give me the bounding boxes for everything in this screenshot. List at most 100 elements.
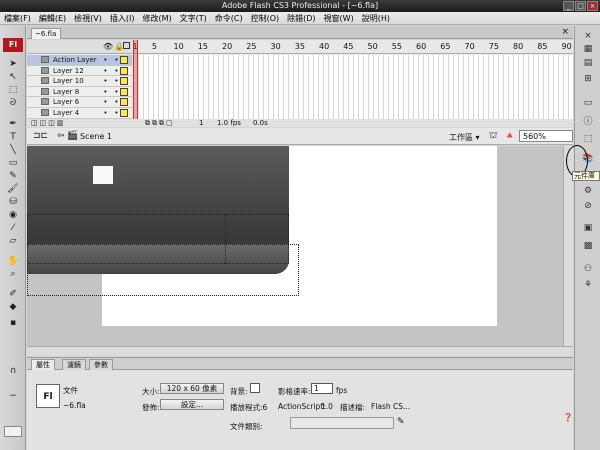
swap-colors-icon[interactable]: ▪ (7, 318, 19, 329)
output-panel-icon[interactable]: ⚇ (582, 264, 594, 275)
outline-icon[interactable] (123, 42, 130, 49)
stroke-color-icon[interactable]: ✐ (7, 289, 19, 300)
behaviors-panel-icon[interactable]: ▣ (582, 223, 594, 234)
text-tool-icon[interactable]: T (7, 132, 19, 143)
help-icon[interactable]: ❓ (563, 413, 573, 422)
scene-name[interactable]: Scene 1 (80, 132, 112, 141)
visibility-dot[interactable]: • (102, 66, 109, 76)
close-dock-icon[interactable]: × (582, 31, 594, 42)
swatches-panel-icon[interactable]: ▤ (582, 58, 594, 69)
eye-icon[interactable]: 👁 (103, 42, 113, 51)
menu-text[interactable]: 文字(T) (176, 13, 211, 24)
actions-panel-icon[interactable]: ⊘ (582, 201, 594, 212)
layer-row[interactable]: Layer 4 • • (27, 108, 132, 119)
free-transform-tool-icon[interactable]: ⬚ (7, 85, 19, 96)
maximize-button[interactable]: □ (575, 1, 586, 11)
frame-grid[interactable] (139, 55, 573, 119)
background-color-swatch[interactable] (250, 383, 260, 393)
publish-settings-button[interactable]: 設定... (160, 399, 224, 410)
lasso-tool-icon[interactable]: ᘐ (7, 98, 19, 109)
layer-color-box[interactable] (120, 98, 128, 107)
document-tab[interactable]: ~6.fla (31, 28, 61, 39)
hand-tool-icon[interactable]: ✋ (7, 256, 19, 267)
menu-control[interactable]: 控制(O) (247, 13, 284, 24)
line-tool-icon[interactable]: ╲ (7, 145, 19, 156)
movie-explorer-icon[interactable]: ▩ (582, 241, 594, 252)
lock-dot[interactable]: • (113, 108, 120, 118)
lock-dot[interactable]: • (113, 87, 120, 97)
transform-panel-icon[interactable]: ▭ (582, 98, 594, 109)
subselection-tool-icon[interactable]: ↖ (7, 72, 19, 83)
menu-debug[interactable]: 除錯(D) (283, 13, 319, 24)
menu-view[interactable]: 檢視(V) (70, 13, 106, 24)
lock-dot[interactable]: • (113, 66, 120, 76)
edit-symbol-icon[interactable]: 🔺 (504, 131, 515, 141)
layer-color-box[interactable] (120, 66, 128, 75)
menu-insert[interactable]: 插入(I) (106, 13, 139, 24)
fill-color-icon[interactable]: ◆ (7, 302, 19, 313)
close-document-icon[interactable]: × (561, 27, 569, 37)
highlight-square[interactable] (93, 166, 113, 184)
menu-commands[interactable]: 命令(C) (211, 13, 247, 24)
workspace-menu[interactable]: 工作區 ▾ (449, 132, 480, 143)
stage-area[interactable] (27, 146, 573, 356)
components-panel-icon[interactable]: ⚙ (582, 186, 594, 197)
onion-skin-icon[interactable]: ⧉⧉⧉▢ (145, 119, 175, 127)
document-size-button[interactable]: 120 x 60 像素 (160, 383, 224, 394)
visibility-dot[interactable]: • (102, 97, 109, 107)
layer-color-box[interactable] (120, 77, 128, 86)
frame-rate-input[interactable]: 1 (311, 383, 333, 394)
scale-panel-icon[interactable]: ⬚ (582, 134, 594, 145)
horizontal-scrollbar[interactable] (27, 346, 573, 356)
document-class-input[interactable] (290, 417, 394, 429)
paint-bucket-tool-icon[interactable]: ◉ (7, 210, 19, 221)
eyedropper-tool-icon[interactable]: ⁄ (7, 223, 19, 234)
layer-row[interactable]: Layer 8 • • (27, 86, 132, 98)
align-panel-icon[interactable]: ⊞ (582, 74, 594, 85)
minimize-button[interactable]: _ (563, 1, 574, 11)
brush-tool-icon[interactable]: 🖌 (7, 184, 19, 195)
layer-row[interactable]: Layer 12 • • (27, 65, 132, 77)
eraser-tool-icon[interactable]: ▱ (7, 236, 19, 247)
timeline-toggle-icon[interactable]: ⊐⊏ (33, 131, 48, 141)
color-panel-icon[interactable]: ▦ (582, 44, 594, 55)
layer-color-box[interactable] (120, 109, 128, 117)
info-panel-icon[interactable]: ⓘ (582, 117, 594, 128)
pencil-tool-icon[interactable]: ✎ (7, 171, 19, 182)
smooth-icon[interactable]: ∽ (7, 391, 19, 402)
layer-color-box[interactable] (120, 56, 128, 64)
visibility-dot[interactable]: • (102, 55, 109, 65)
tab-filters[interactable]: 濾鏡 (62, 359, 86, 370)
edit-scene-icon[interactable]: ⛫ (489, 131, 497, 142)
ink-bottle-tool-icon[interactable]: ⛁ (7, 197, 19, 208)
visibility-dot[interactable]: • (102, 108, 109, 118)
layer-buttons-icon[interactable]: ◫◫◫▥ (31, 119, 65, 127)
menu-help[interactable]: 說明(H) (358, 13, 394, 24)
bounding-box[interactable] (27, 244, 299, 296)
zoom-select[interactable]: 560% (519, 130, 573, 142)
tab-parameters[interactable]: 參數 (89, 359, 113, 370)
visibility-dot[interactable]: • (102, 76, 109, 86)
tab-properties[interactable]: 屬性 (31, 359, 55, 370)
pen-tool-icon[interactable]: ✒ (7, 119, 19, 130)
back-arrow-icon[interactable]: ⇦ (57, 131, 65, 141)
layer-row[interactable]: Layer 6 • • (27, 97, 132, 108)
debugger-panel-icon[interactable]: ⚘ (582, 280, 594, 291)
menu-edit[interactable]: 編輯(E) (35, 13, 70, 24)
frame-ruler[interactable]: 151015202530354045505560657075808590 (133, 40, 573, 54)
visibility-dot[interactable]: • (102, 87, 109, 97)
menu-file[interactable]: 檔案(F) (0, 13, 35, 24)
layer-row[interactable]: Layer 10 • • (27, 76, 132, 87)
edit-class-icon[interactable]: ✎ (397, 417, 405, 427)
layer-row[interactable]: Action Layer • • (27, 55, 132, 66)
playhead[interactable] (133, 40, 138, 119)
rectangle-tool-icon[interactable]: ▭ (7, 158, 19, 169)
lock-dot[interactable]: • (113, 55, 120, 65)
layer-color-box[interactable] (120, 87, 128, 96)
snap-to-objects-icon[interactable]: ∩ (7, 366, 19, 377)
close-button[interactable]: × (587, 1, 598, 11)
selection-tool-icon[interactable]: ➤ (7, 59, 19, 70)
straighten-button[interactable] (4, 426, 22, 437)
lock-dot[interactable]: • (113, 97, 120, 107)
menu-modify[interactable]: 修改(M) (138, 13, 175, 24)
